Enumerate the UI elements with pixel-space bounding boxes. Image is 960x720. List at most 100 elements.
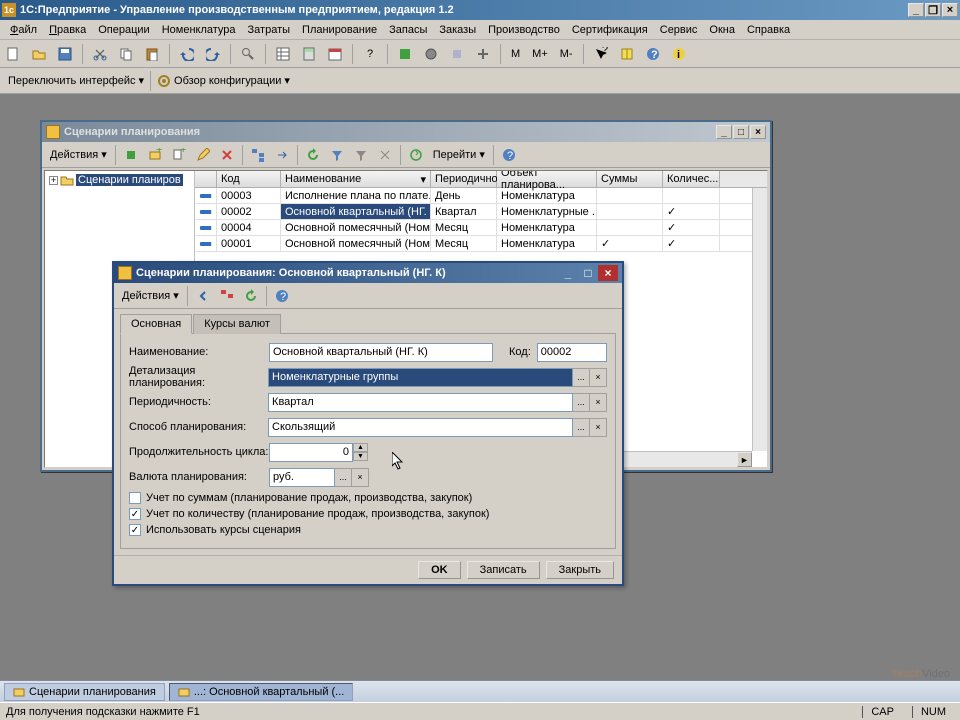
code-field[interactable] <box>537 343 607 362</box>
currency-field[interactable] <box>269 468 335 487</box>
menu-production[interactable]: Производство <box>482 22 566 38</box>
hierarchy-icon[interactable] <box>247 144 269 166</box>
find-icon[interactable] <box>237 43 259 65</box>
m-minus-label[interactable]: M- <box>556 43 577 65</box>
cut-icon[interactable] <box>89 43 111 65</box>
menu-operations[interactable]: Операции <box>92 22 155 38</box>
new-icon[interactable] <box>2 43 24 65</box>
menu-help[interactable]: Справка <box>741 22 796 38</box>
close-button[interactable]: × <box>750 125 766 139</box>
refresh2-icon[interactable] <box>405 144 427 166</box>
menu-windows[interactable]: Окна <box>703 22 741 38</box>
sums-checkbox[interactable] <box>129 492 141 504</box>
copy-icon[interactable] <box>115 43 137 65</box>
refresh-icon[interactable] <box>240 285 262 307</box>
help-icon[interactable]: ? <box>271 285 293 307</box>
menu-orders[interactable]: Заказы <box>433 22 482 38</box>
info-icon[interactable]: i <box>668 43 690 65</box>
spin-up-button[interactable]: ▲ <box>353 443 368 452</box>
close-button[interactable]: Закрыть <box>546 561 614 579</box>
minimize-button[interactable]: _ <box>908 3 924 17</box>
select-button[interactable]: ... <box>573 393 590 412</box>
task-item-dialog[interactable]: ...: Основной квартальный (... <box>169 683 354 701</box>
clear-filter-icon[interactable] <box>374 144 396 166</box>
col-marker[interactable] <box>195 171 217 187</box>
switch-interface-button[interactable]: Переключить интерфейс ▾ <box>4 72 148 89</box>
menu-file[interactable]: Файл <box>4 22 43 38</box>
clear-button[interactable]: × <box>352 468 369 487</box>
m-plus-label[interactable]: M+ <box>528 43 552 65</box>
refresh-icon[interactable] <box>302 144 324 166</box>
tab-main[interactable]: Основная <box>120 314 192 334</box>
spin-down-button[interactable]: ▼ <box>353 452 368 461</box>
tool-icon-3[interactable] <box>472 43 494 65</box>
delete-mark-icon[interactable] <box>216 144 238 166</box>
table-row[interactable]: 00004Основной помесячный (Ном...МесяцНом… <box>195 220 767 236</box>
redo-icon[interactable] <box>202 43 224 65</box>
tool-icon[interactable] <box>420 43 442 65</box>
ok-button[interactable]: OK <box>418 561 461 579</box>
maximize-button[interactable]: □ <box>578 265 598 281</box>
select-button[interactable]: ... <box>335 468 352 487</box>
col-object[interactable]: Объект планирова... <box>497 171 597 187</box>
name-field[interactable] <box>269 343 493 362</box>
help-icon[interactable]: ? <box>642 43 664 65</box>
spreadsheet-icon[interactable] <box>272 43 294 65</box>
close-button[interactable]: × <box>598 265 618 281</box>
cycle-field[interactable] <box>269 443 353 462</box>
green-icon[interactable] <box>394 43 416 65</box>
restore-button[interactable]: ❐ <box>925 3 941 17</box>
vertical-scrollbar[interactable] <box>752 188 767 451</box>
calendar-icon[interactable] <box>324 43 346 65</box>
minimize-button[interactable]: _ <box>716 125 732 139</box>
detail-field[interactable] <box>268 368 573 387</box>
table-row[interactable]: 00001Основной помесячный (Ном...МесяцНом… <box>195 236 767 252</box>
col-code[interactable]: Код <box>217 171 281 187</box>
config-view-button[interactable]: Обзор конфигурации ▾ <box>153 72 294 90</box>
period-field[interactable] <box>268 393 573 412</box>
rates-checkbox[interactable]: ✓ <box>129 524 141 536</box>
filter-icon[interactable] <box>326 144 348 166</box>
add-copy-icon[interactable]: + <box>168 144 190 166</box>
select-button[interactable]: ... <box>573 418 590 437</box>
calc-icon[interactable] <box>298 43 320 65</box>
goto-menu[interactable]: Перейти▾ <box>429 146 489 163</box>
col-period[interactable]: Периодично... <box>431 171 497 187</box>
table-row[interactable]: 00003Исполнение плана по плате...ДеньНом… <box>195 188 767 204</box>
col-qty[interactable]: Количес... <box>663 171 720 187</box>
help-arrow-icon[interactable]: ? <box>590 43 612 65</box>
tool-icon-2[interactable] <box>446 43 468 65</box>
clear-button[interactable]: × <box>590 368 607 387</box>
move-icon[interactable] <box>271 144 293 166</box>
add-icon[interactable] <box>120 144 142 166</box>
book-icon[interactable] <box>616 43 638 65</box>
clear-button[interactable]: × <box>590 418 607 437</box>
minimize-button[interactable]: _ <box>558 265 578 281</box>
actions-menu[interactable]: Действия▾ <box>118 287 183 304</box>
expand-icon[interactable]: + <box>49 176 58 185</box>
table-row[interactable]: 00002Основной квартальный (НГ. К)Квартал… <box>195 204 767 220</box>
menu-planning[interactable]: Планирование <box>296 22 383 38</box>
select-button[interactable]: ... <box>573 368 590 387</box>
open-icon[interactable] <box>28 43 50 65</box>
dialog-titlebar[interactable]: Сценарии планирования: Основной кварталь… <box>114 263 622 283</box>
clear-button[interactable]: × <box>590 393 607 412</box>
list-window-titlebar[interactable]: Сценарии планирования _ □ × <box>42 122 770 142</box>
task-item-list[interactable]: Сценарии планирования <box>4 683 165 701</box>
paste-icon[interactable] <box>141 43 163 65</box>
add-group-icon[interactable]: + <box>144 144 166 166</box>
close-button[interactable]: × <box>942 3 958 17</box>
help-icon[interactable]: ? <box>498 144 520 166</box>
menu-service[interactable]: Сервис <box>654 22 704 38</box>
save-button[interactable]: Записать <box>467 561 540 579</box>
struct-icon[interactable] <box>216 285 238 307</box>
col-sums[interactable]: Суммы <box>597 171 663 187</box>
m-label[interactable]: M <box>507 43 524 65</box>
save-icon[interactable] <box>54 43 76 65</box>
col-name[interactable]: Наименование▾ <box>281 171 431 187</box>
help-tool-icon[interactable]: ? <box>359 43 381 65</box>
menu-stocks[interactable]: Запасы <box>383 22 433 38</box>
qty-checkbox[interactable]: ✓ <box>129 508 141 520</box>
menu-certification[interactable]: Сертификация <box>566 22 654 38</box>
method-field[interactable] <box>268 418 573 437</box>
